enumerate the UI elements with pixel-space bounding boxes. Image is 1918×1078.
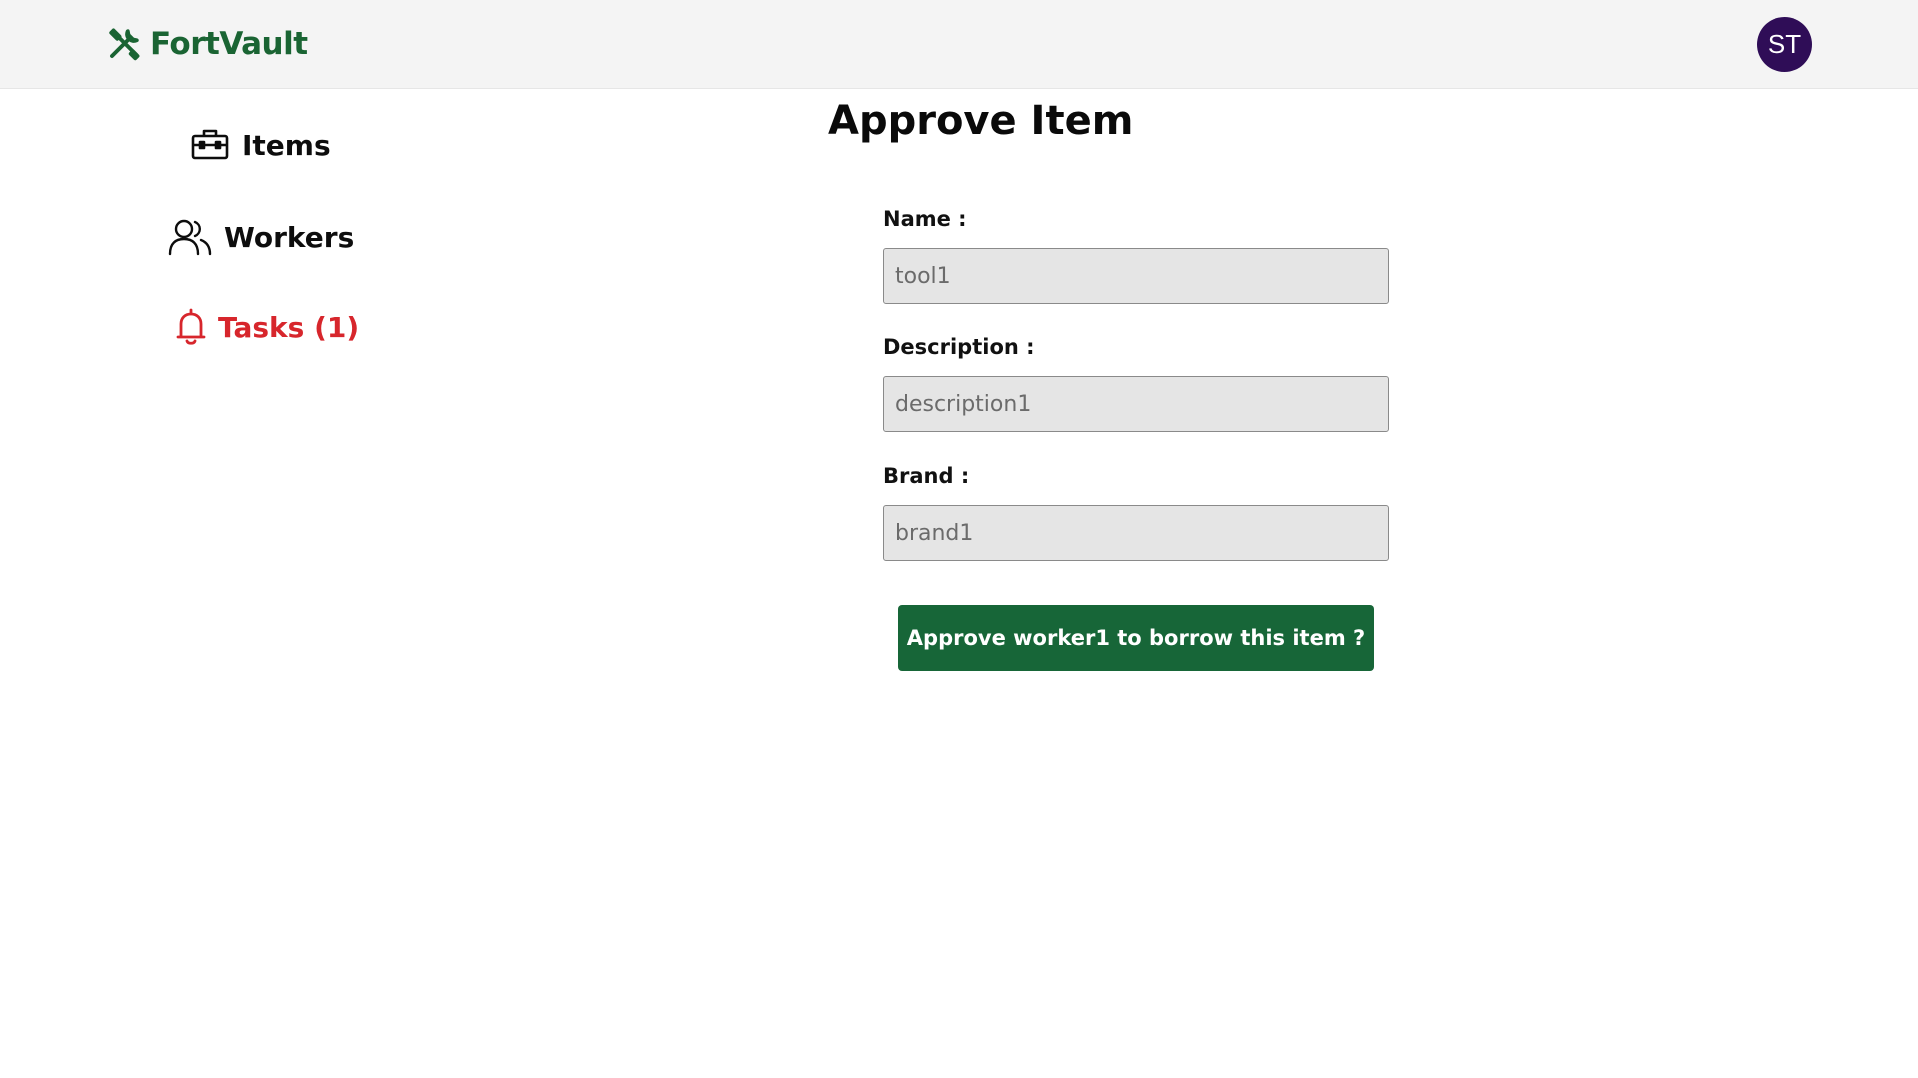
sidebar-item-items[interactable]: Items [190,128,331,162]
user-avatar[interactable]: ST [1757,17,1812,72]
name-field[interactable] [883,248,1389,304]
sidebar: Items Workers Tasks (1) [0,88,520,1078]
brand-field[interactable] [883,505,1389,561]
sidebar-item-label: Tasks (1) [218,310,360,344]
page-title: Approve Item [828,98,1134,144]
brand-logo[interactable]: FortVault [106,24,308,64]
bell-icon [176,308,206,346]
description-field[interactable] [883,376,1389,432]
sidebar-item-tasks[interactable]: Tasks (1) [176,308,359,346]
brand-label: Brand : [883,464,970,488]
top-header: FortVault ST [0,0,1918,89]
sidebar-item-workers[interactable]: Workers [168,218,354,256]
users-icon [168,218,212,256]
sidebar-item-label: Items [242,128,331,162]
sidebar-item-label: Workers [224,220,355,254]
brand-name: FortVault [150,26,308,62]
toolbox-icon [190,128,230,162]
tools-icon [106,26,142,62]
name-label: Name : [883,207,967,231]
approve-borrow-button[interactable]: Approve worker1 to borrow this item ? [898,605,1374,671]
description-label: Description : [883,335,1035,359]
